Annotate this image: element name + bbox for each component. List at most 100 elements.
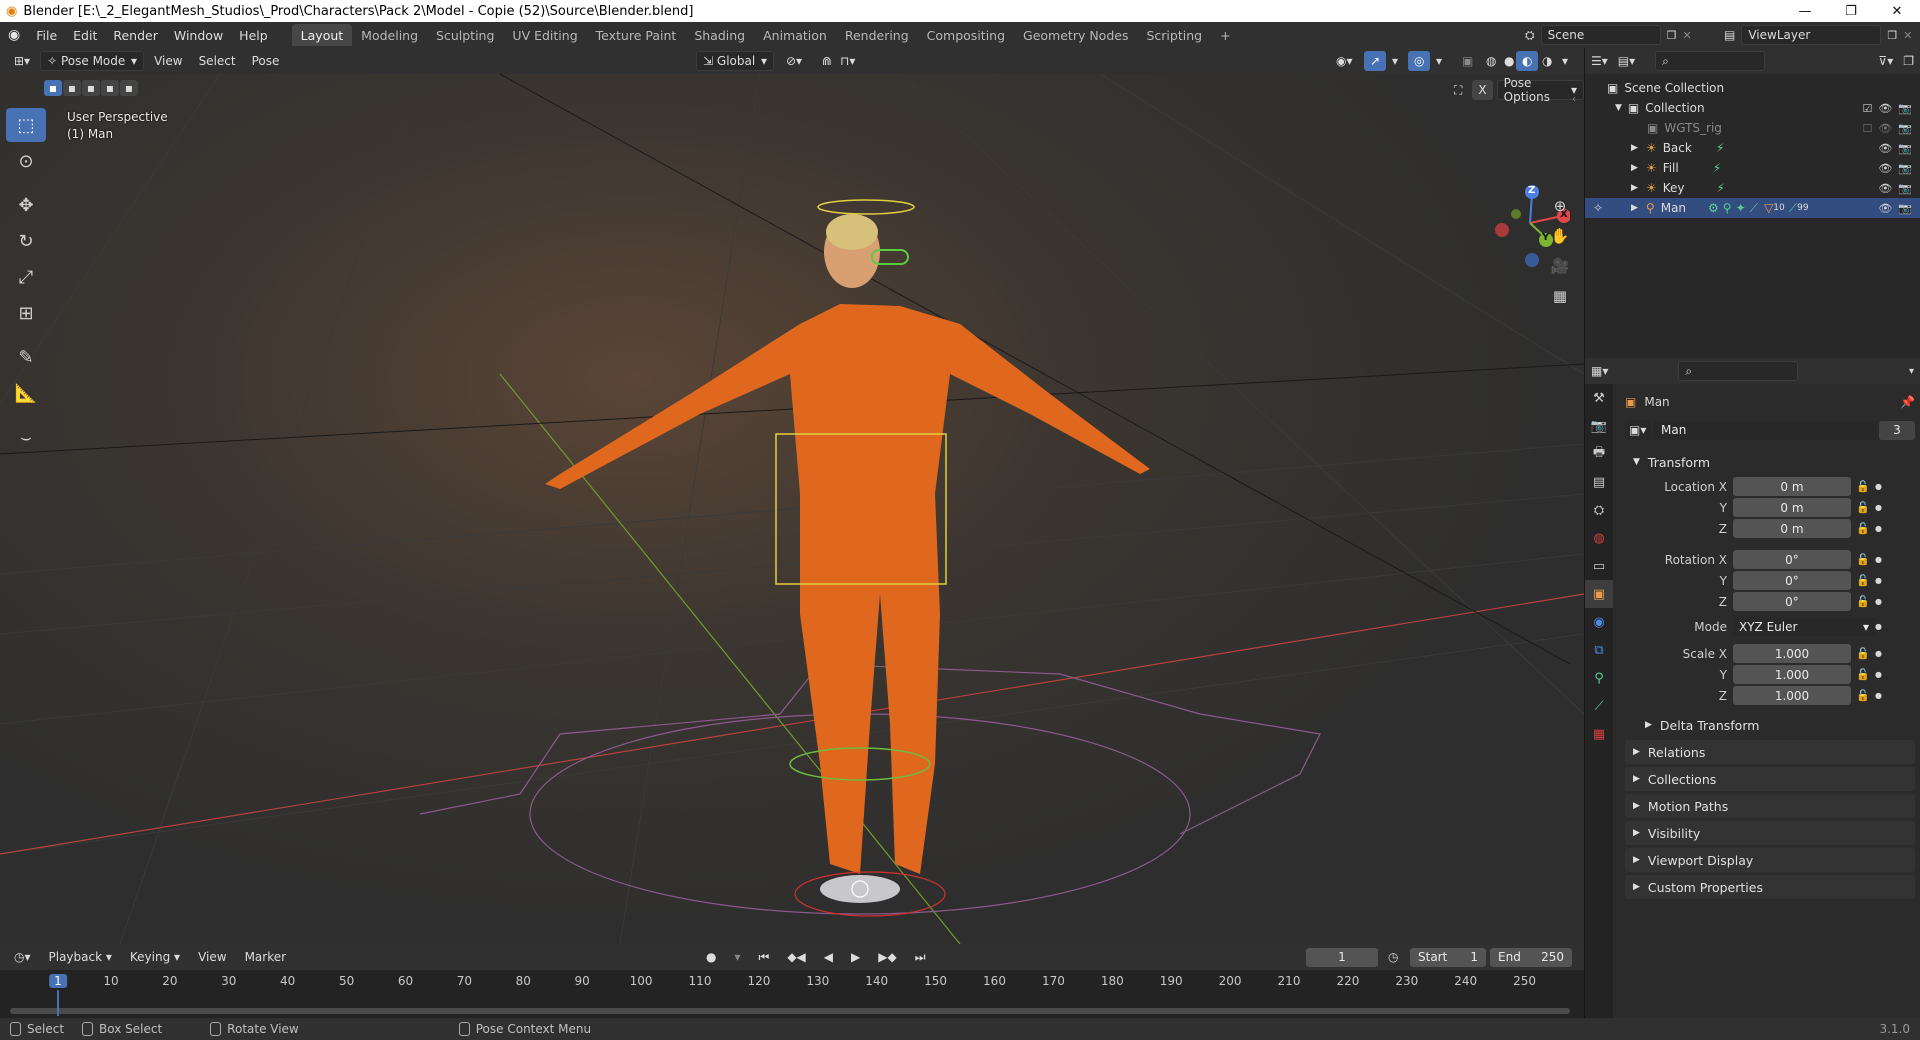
menu-edit[interactable]: Edit [65, 22, 105, 48]
expand-right-icon[interactable]: ▶ [1631, 143, 1638, 153]
play-reverse-icon[interactable]: ◀ [818, 947, 839, 967]
outliner-search-input[interactable]: ⌕ [1655, 51, 1766, 71]
menu-marker[interactable]: Marker [239, 947, 292, 967]
checkbox-icon[interactable]: ☐ [1862, 122, 1872, 135]
minimize-icon[interactable]: — [1782, 0, 1828, 22]
outliner-item-wgts[interactable]: ▣ WGTS_rig ☐ 👁 📷 [1585, 118, 1920, 138]
menu-keying[interactable]: Keying ▾ [124, 947, 186, 967]
tab-layout[interactable]: Layout [291, 24, 353, 46]
new-scene-icon[interactable]: ❐ [1667, 29, 1677, 42]
keyframe-dot-icon[interactable]: ● [1875, 597, 1891, 606]
motion-paths-panel[interactable]: ▶ Motion Paths [1625, 794, 1915, 818]
tab-uv-editing[interactable]: UV Editing [503, 24, 586, 46]
preview-range-icon[interactable]: ◷ [1388, 950, 1398, 964]
properties-options-icon[interactable]: ▾ [1909, 366, 1914, 377]
object-browse-icon[interactable]: ▣▾ [1625, 420, 1651, 440]
menu-view[interactable]: View [148, 51, 188, 71]
render-tab-icon[interactable]: 📷 [1585, 412, 1613, 440]
new-view-layer-icon[interactable]: ❐ [1887, 29, 1897, 42]
select-subtract-icon[interactable]: ▪ [82, 80, 100, 96]
keyframe-dot-icon[interactable]: ● [1875, 482, 1891, 491]
menu-timeline-view[interactable]: View [192, 947, 232, 967]
camera-icon[interactable]: 📷 [1898, 102, 1912, 115]
remove-scene-icon[interactable]: ✕ [1682, 29, 1691, 42]
location-z-field[interactable]: 0 m [1733, 519, 1851, 538]
menu-select[interactable]: Select [193, 51, 242, 71]
collections-panel[interactable]: ▶ Collections [1625, 767, 1915, 791]
outliner-item-key[interactable]: ▶ ☀ Key ⚡ 👁 📷 [1585, 178, 1920, 198]
location-x-field[interactable]: 0 m [1733, 477, 1851, 496]
jump-end-icon[interactable]: ⏭ [909, 947, 932, 967]
keyframe-dot-icon[interactable]: ● [1875, 691, 1891, 700]
expand-right-icon[interactable]: ▶ [1631, 183, 1638, 193]
lock-icon[interactable]: 🔓 [1851, 480, 1875, 493]
filter-icon[interactable]: ⊽▾ [1878, 54, 1893, 68]
relax-pose-tool-icon[interactable]: ⌣ [6, 420, 46, 454]
pose-options-button[interactable]: Pose Options ▾ [1496, 76, 1584, 104]
timeline-editor-type-icon[interactable]: ◷▾ [8, 947, 37, 967]
lock-icon[interactable]: 🔓 [1851, 553, 1875, 566]
pin-icon[interactable]: 📌 [1900, 395, 1915, 409]
gizmo-toggle-icon[interactable]: ↗ [1364, 51, 1387, 71]
expand-right-icon[interactable]: ▶ [1631, 163, 1638, 173]
outliner-item-back[interactable]: ▶ ☀ Back ⚡ 👁 📷 [1585, 138, 1920, 158]
rotate-tool-icon[interactable]: ↻ [6, 224, 46, 258]
scene-icon[interactable]: ⛭ [1525, 28, 1535, 43]
eye-icon[interactable]: 👁 [1878, 122, 1892, 135]
tab-modeling[interactable]: Modeling [352, 24, 427, 46]
camera-icon[interactable]: 📷 [1898, 182, 1912, 195]
pose-mirror-icon[interactable]: ⛶ [1448, 80, 1468, 100]
xray-toggle-icon[interactable]: ▣ [1456, 51, 1479, 71]
scale-z-field[interactable]: 1.000 [1733, 686, 1851, 705]
zoom-icon[interactable]: ⊕ [1546, 192, 1574, 220]
keyframe-dot-icon[interactable]: ● [1875, 524, 1891, 533]
scale-tool-icon[interactable]: ⤢ [6, 260, 46, 294]
collection-row[interactable]: ▼ ▣ Collection ☑ 👁 📷 [1585, 98, 1920, 118]
delta-transform-subpanel[interactable]: ▶ Delta Transform [1625, 713, 1915, 737]
lock-icon[interactable]: 🔓 [1851, 574, 1875, 587]
rotation-x-field[interactable]: 0° [1733, 550, 1851, 569]
x-mirror-icon[interactable]: X [1472, 80, 1493, 100]
menu-render[interactable]: Render [105, 22, 166, 48]
menu-playback[interactable]: Playback ▾ [43, 947, 118, 967]
jump-start-icon[interactable]: ⏮ [753, 947, 776, 967]
start-frame-field[interactable]: Start 1 [1410, 947, 1486, 967]
blender-menu-icon[interactable]: ◉ [0, 22, 28, 48]
location-y-field[interactable]: 0 m [1733, 498, 1851, 517]
select-new-icon[interactable]: ▪ [44, 80, 62, 96]
camera-icon[interactable]: 📷 [1898, 202, 1912, 215]
overlay-settings-icon[interactable]: ▾ [1430, 51, 1448, 71]
scene-selector[interactable]: Scene [1540, 25, 1661, 45]
shading-settings-icon[interactable]: ▾ [1556, 51, 1574, 71]
lock-icon[interactable]: 🔓 [1851, 501, 1875, 514]
rotation-mode-select[interactable]: XYZ Euler ▾ [1733, 617, 1875, 636]
physics-tab-icon[interactable]: ◉ [1585, 608, 1613, 636]
constraints-tab-icon[interactable]: ⧉ [1585, 636, 1613, 664]
custom-properties-panel[interactable]: ▶ Custom Properties [1625, 875, 1915, 899]
view-layer-icon[interactable]: ▤ [1724, 28, 1735, 42]
transform-tool-icon[interactable]: ⊞ [6, 296, 46, 330]
measure-tool-icon[interactable]: 📐 [6, 376, 46, 410]
checkbox-icon[interactable]: ☑ [1862, 102, 1872, 115]
lock-icon[interactable]: 🔓 [1851, 647, 1875, 660]
remove-view-layer-icon[interactable]: ✕ [1903, 29, 1912, 42]
current-frame-field[interactable]: 1 [1306, 947, 1378, 967]
outliner-item-fill[interactable]: ▶ ☀ Fill ⚡ 👁 📷 [1585, 158, 1920, 178]
select-invert-icon[interactable]: ▪ [101, 80, 119, 96]
3d-viewport[interactable]: User Perspective (1) Man ▪ ▪ ▪ ▪ ▪ ⛶ X P… [0, 74, 1584, 944]
menu-file[interactable]: File [28, 22, 65, 48]
output-tab-icon[interactable]: 🖶 [1585, 440, 1613, 468]
pivot-point-icon[interactable]: ⊘▾ [780, 51, 808, 71]
properties-search-input[interactable]: ⌕ [1678, 361, 1799, 381]
auto-keying-icon[interactable]: ● [700, 947, 722, 967]
object-name-field[interactable]: Man [1653, 420, 1877, 440]
expand-down-icon[interactable]: ▼ [1615, 103, 1622, 113]
annotate-tool-icon[interactable]: ✎ [6, 340, 46, 374]
tab-texture-paint[interactable]: Texture Paint [587, 24, 686, 46]
eye-icon[interactable]: 👁 [1878, 162, 1892, 175]
eye-icon[interactable]: 👁 [1878, 142, 1892, 155]
tab-shading[interactable]: Shading [685, 24, 754, 46]
user-count-badge[interactable]: 3 [1879, 420, 1915, 440]
select-box-tool-icon[interactable]: ⬚ [6, 108, 46, 142]
outliner-editor-type-icon[interactable]: ☰▾ [1591, 54, 1608, 68]
